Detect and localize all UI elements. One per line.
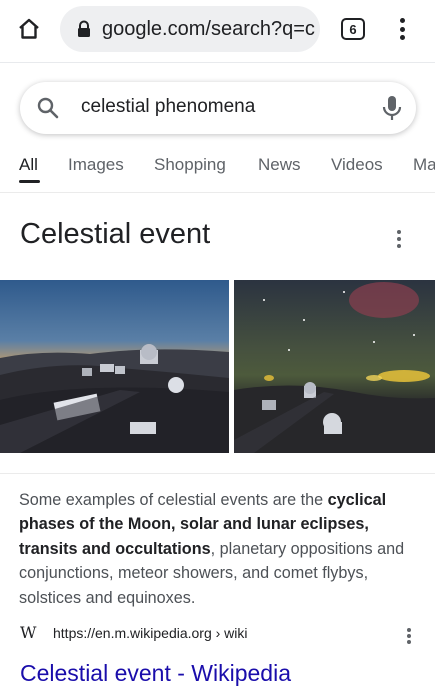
active-tab-indicator	[19, 180, 40, 183]
search-tabs: All Images Shopping News Videos Ma	[0, 150, 435, 190]
source-url: https://en.m.wikipedia.org › wiki	[53, 624, 248, 641]
panel-title: Celestial event	[20, 218, 211, 250]
tab-count: 6	[349, 21, 357, 37]
more-options-icon[interactable]	[394, 230, 404, 248]
result-title-link[interactable]: Celestial event - Wikipedia	[20, 660, 291, 687]
toolbar-divider	[0, 62, 435, 63]
panel-image-observatory-night[interactable]	[234, 280, 435, 453]
description-snippet: Some examples of celestial events are th…	[19, 488, 419, 610]
lock-icon	[78, 20, 90, 37]
tab-switcher-button[interactable]: 6	[341, 18, 365, 40]
tab-all[interactable]: All	[19, 155, 38, 175]
result-options-icon[interactable]	[405, 628, 413, 644]
browser-menu-icon[interactable]	[392, 16, 412, 42]
tab-videos[interactable]: Videos	[331, 155, 383, 175]
browser-toolbar: google.com/search?q=c 6	[0, 0, 435, 60]
wikipedia-logo-icon: W	[20, 623, 37, 642]
search-box[interactable]: celestial phenomena	[20, 82, 416, 134]
tabs-divider	[0, 192, 435, 193]
search-icon[interactable]	[36, 96, 60, 120]
address-bar[interactable]: google.com/search?q=c	[60, 6, 320, 52]
search-input[interactable]: celestial phenomena	[81, 96, 255, 118]
panel-image-observatory-dusk[interactable]	[0, 280, 229, 453]
url-text: google.com/search?q=c	[102, 17, 315, 40]
section-divider	[0, 473, 435, 474]
tab-news[interactable]: News	[258, 155, 301, 175]
tab-images[interactable]: Images	[68, 155, 124, 175]
microphone-icon[interactable]	[381, 94, 403, 122]
snippet-text: Some examples of celestial events are th…	[19, 491, 328, 509]
tab-maps[interactable]: Ma	[413, 155, 435, 175]
home-icon[interactable]	[14, 14, 44, 44]
tab-shopping[interactable]: Shopping	[154, 155, 226, 175]
result-source[interactable]: W https://en.m.wikipedia.org › wiki	[20, 623, 248, 642]
